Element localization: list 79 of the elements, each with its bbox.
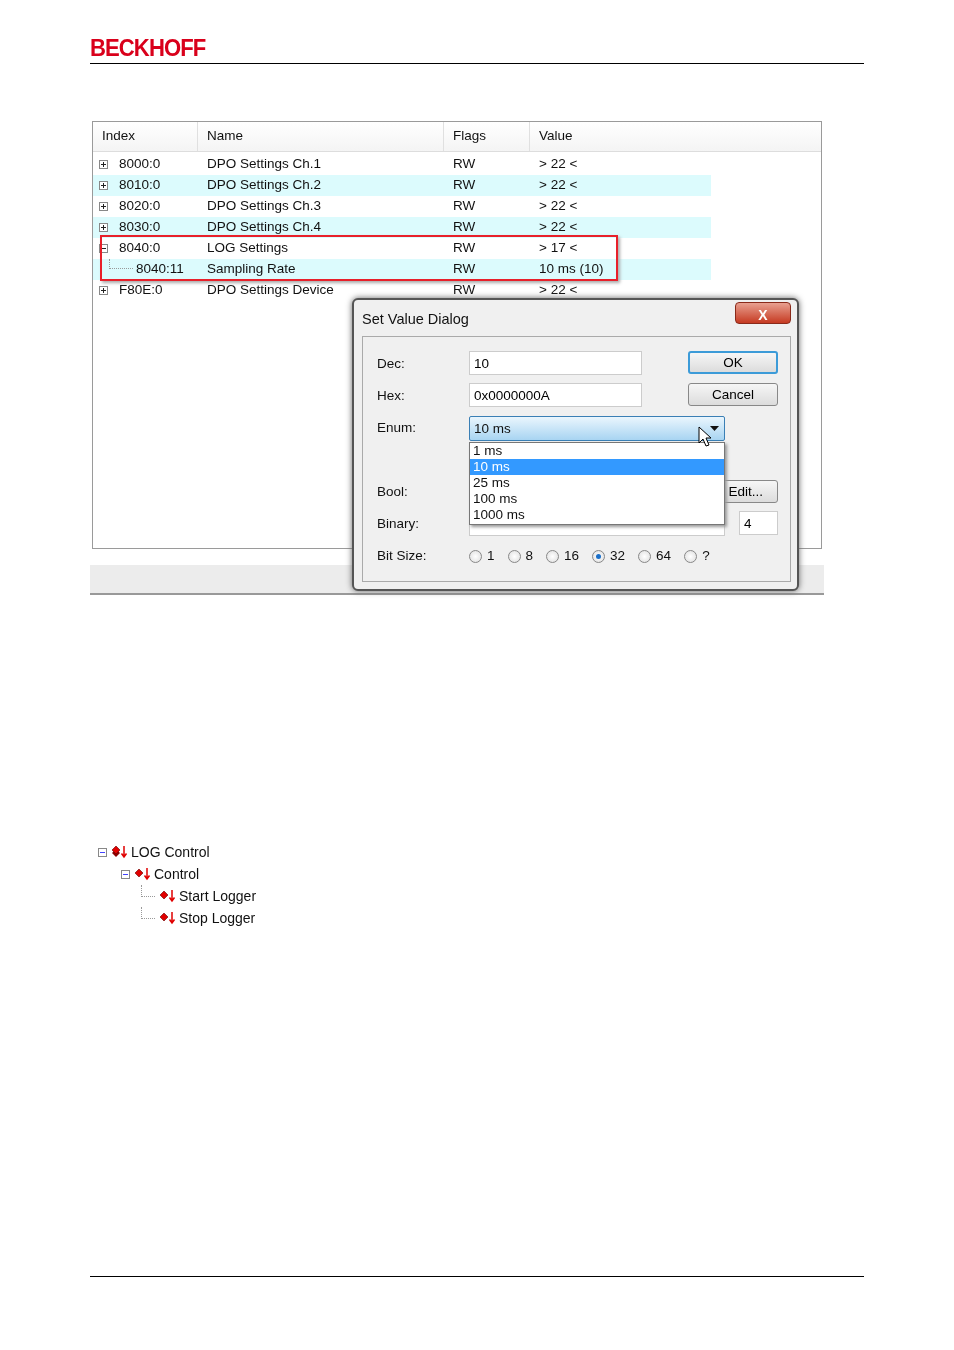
expand-icon[interactable] bbox=[99, 202, 108, 211]
table-cell-text: LOG Settings bbox=[206, 239, 290, 258]
table-cell-text: > 22 < bbox=[538, 155, 578, 174]
cancel-button[interactable]: Cancel bbox=[688, 383, 778, 406]
table-cell-text: DPO Settings Ch.4 bbox=[206, 218, 323, 237]
radio-button[interactable]: ? bbox=[684, 546, 710, 567]
table-cell-text: RW bbox=[452, 239, 477, 258]
input-field[interactable]: 10 bbox=[469, 351, 642, 375]
table-cell-text: > 22 < bbox=[538, 218, 578, 237]
table-row[interactable]: 8040:11 Sampling Rate RW 10 ms (10) bbox=[93, 259, 711, 280]
table-cell-text: 8040:11 bbox=[136, 260, 184, 279]
field-label: Binary: bbox=[377, 515, 420, 533]
table-cell-text: RW bbox=[452, 218, 477, 237]
table-cell-text: > 22 < bbox=[538, 281, 578, 300]
dropdown-option[interactable]: 1000 ms bbox=[470, 507, 724, 523]
table-cell-text: 8030:0 bbox=[119, 218, 161, 237]
input-field[interactable]: 0x0000000A bbox=[469, 383, 642, 407]
table-cell-text: RW bbox=[452, 281, 477, 300]
table-cell-text: > 22 < bbox=[538, 197, 578, 216]
table-cell-text: 8000:0 bbox=[119, 155, 161, 174]
table-cell-text: DPO Settings Ch.2 bbox=[206, 176, 323, 195]
table-cell-text: RW bbox=[452, 197, 477, 216]
expand-icon[interactable] bbox=[99, 223, 108, 232]
collapse-icon[interactable] bbox=[98, 847, 107, 857]
logo: BECKHOFF bbox=[90, 34, 206, 62]
collapse-icon[interactable] bbox=[121, 869, 130, 879]
table-row[interactable]: F80E:0 DPO Settings Device RW > 22 < bbox=[93, 280, 711, 301]
diamond-arrow-icon bbox=[133, 866, 151, 882]
table-row[interactable]: 8030:0 DPO Settings Ch.4 RW > 22 < bbox=[93, 217, 711, 238]
tree-item[interactable]: Start Logger bbox=[179, 885, 257, 907]
collapse-icon[interactable] bbox=[99, 244, 108, 253]
table-row[interactable]: 8040:0 LOG Settings RW > 17 < bbox=[93, 238, 711, 259]
expand-icon[interactable] bbox=[99, 160, 108, 169]
table-cell-text: RW bbox=[452, 260, 477, 279]
caret-icon bbox=[710, 426, 719, 431]
radio-button[interactable]: 64 bbox=[638, 546, 672, 567]
table-cell-text: 10 ms (10) bbox=[538, 260, 604, 279]
table-cell-text: 8020:0 bbox=[119, 197, 161, 216]
field-label: Hex: bbox=[377, 387, 405, 405]
table-cell-text: 8040:0 bbox=[119, 239, 161, 258]
table-cell-text: 8010:0 bbox=[119, 176, 161, 195]
field-label: Bit Size: bbox=[377, 547, 427, 565]
column-header[interactable]: Name bbox=[198, 122, 444, 151]
column-header[interactable]: Index bbox=[93, 122, 198, 151]
table-row[interactable]: 8010:0 DPO Settings Ch.2 RW > 22 < bbox=[93, 175, 711, 196]
table-cell-text: Sampling Rate bbox=[206, 260, 297, 279]
diamond-arrow-icon bbox=[158, 888, 176, 904]
dropdown-option[interactable]: 1 ms bbox=[470, 443, 724, 459]
table-cell-text: RW bbox=[452, 176, 477, 195]
column-header[interactable]: Value bbox=[530, 122, 821, 151]
expand-icon[interactable] bbox=[99, 181, 108, 190]
table-cell-text: DPO Settings Ch.3 bbox=[206, 197, 323, 216]
table-cell-text: > 17 < bbox=[538, 239, 578, 258]
field-label: Dec: bbox=[377, 355, 405, 373]
diamond-arrow-icon bbox=[158, 910, 176, 926]
dropdown-field[interactable]: 10 ms bbox=[469, 416, 725, 441]
table-cell-text: > 22 < bbox=[538, 176, 578, 195]
diamond-arrow-icon bbox=[110, 844, 128, 860]
table-cell-text: RW bbox=[452, 155, 477, 174]
table-row[interactable]: 8000:0 DPO Settings Ch.1 RW > 22 < bbox=[93, 154, 711, 175]
tree-item[interactable]: Control bbox=[154, 863, 200, 885]
close-button[interactable]: X bbox=[735, 302, 791, 324]
radio-button[interactable]: 8 bbox=[507, 546, 534, 567]
radio-button[interactable]: 32 bbox=[592, 546, 626, 567]
table-cell-text: DPO Settings Ch.1 bbox=[206, 155, 323, 174]
input-field[interactable]: 4 bbox=[739, 511, 778, 535]
tree-item[interactable]: Stop Logger bbox=[179, 907, 256, 929]
column-header[interactable]: Flags bbox=[444, 122, 530, 151]
table-cell-text: DPO Settings Device bbox=[206, 281, 335, 300]
table-cell-text: F80E:0 bbox=[119, 281, 163, 300]
radio-button[interactable]: 1 bbox=[469, 546, 495, 567]
dialog-title: Set Value Dialog bbox=[362, 310, 469, 329]
ok-button[interactable]: OK bbox=[688, 351, 778, 374]
radio-button[interactable]: 16 bbox=[546, 546, 580, 567]
expand-icon[interactable] bbox=[99, 286, 108, 295]
field-label: Enum: bbox=[377, 419, 417, 437]
field-label: Bool: bbox=[377, 483, 408, 501]
tree-item[interactable]: LOG Control bbox=[131, 841, 210, 863]
table-row[interactable]: 8020:0 DPO Settings Ch.3 RW > 22 < bbox=[93, 196, 711, 217]
